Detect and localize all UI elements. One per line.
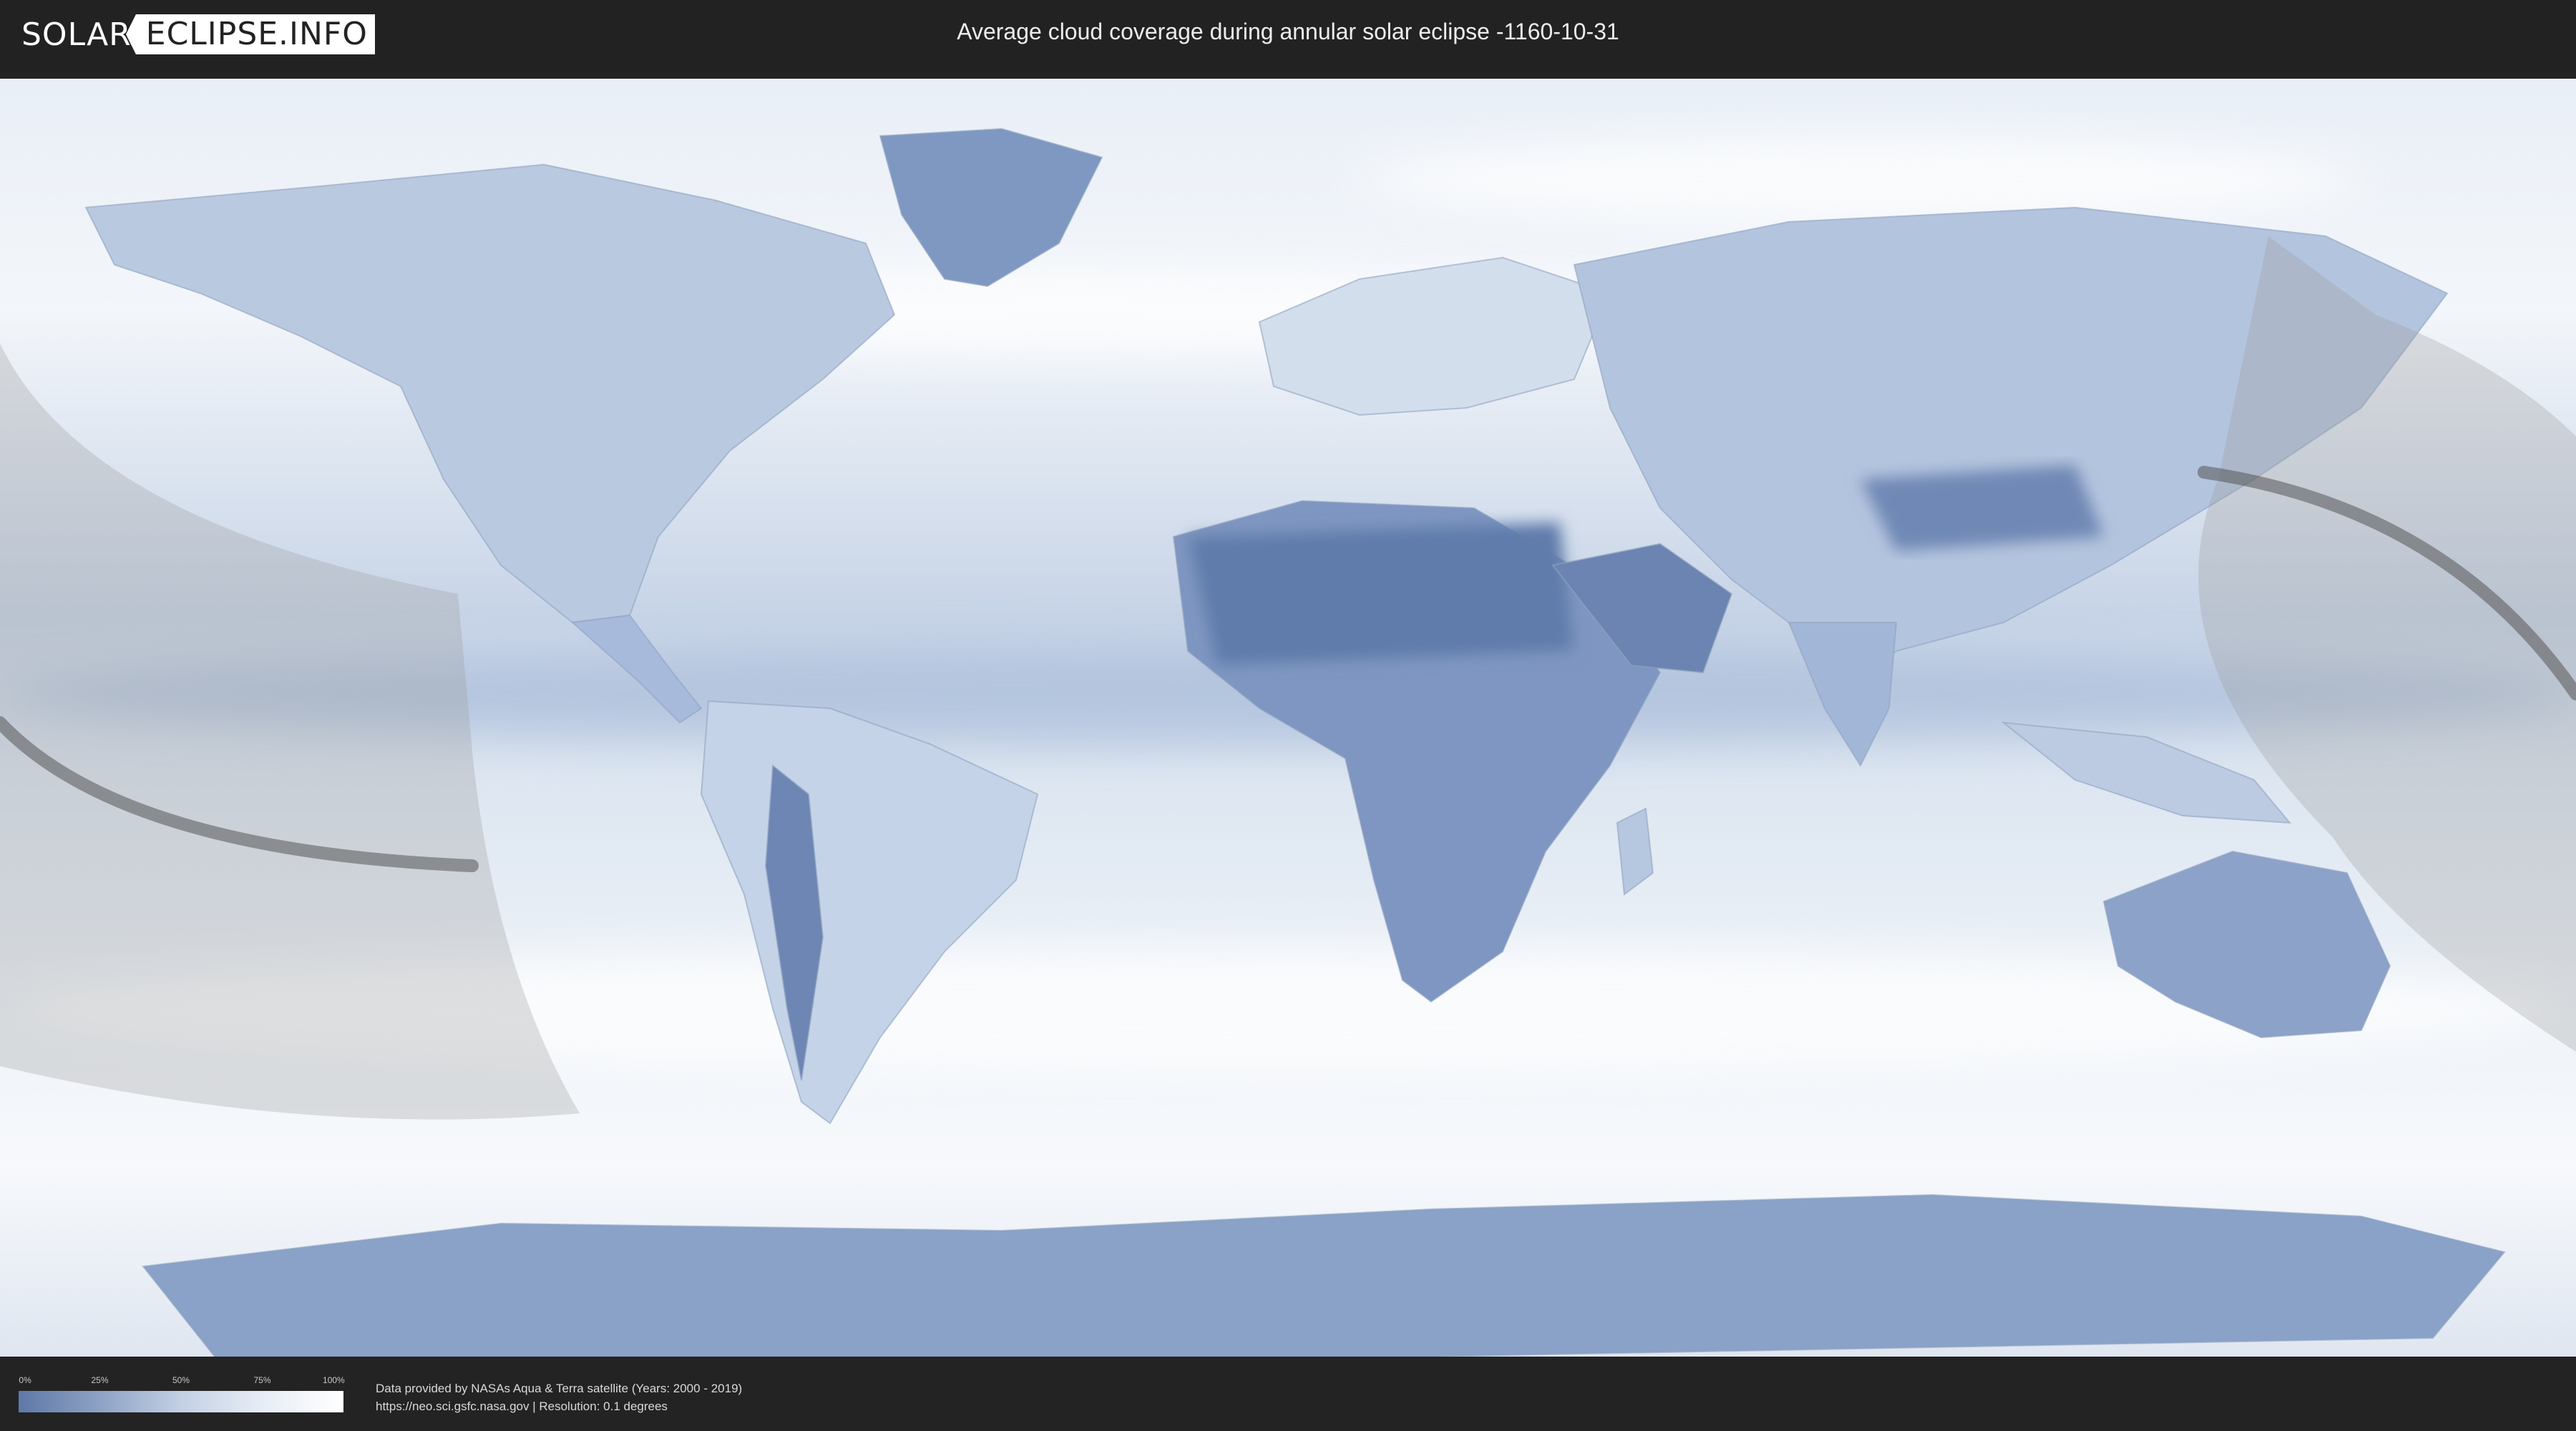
legend-ticks: 0% 25% 50% 75% 100% — [19, 1375, 345, 1387]
legend-tick-75: 75% — [253, 1375, 271, 1385]
header-bar: SOLAR ECLIPSE.INFO Average cloud coverag… — [0, 0, 2576, 70]
tibet — [1859, 464, 2105, 552]
page-title: Average cloud coverage during annular so… — [957, 19, 1619, 44]
credits-line-1: Data provided by NASAs Aqua & Terra sate… — [376, 1382, 743, 1395]
cloud-coverage-legend-bar — [19, 1391, 343, 1412]
sahara — [1186, 521, 1576, 667]
legend-tick-0: 0% — [19, 1375, 31, 1385]
data-credits: Data provided by NASAs Aqua & Terra sate… — [376, 1379, 742, 1415]
legend-tick-100: 100% — [323, 1375, 345, 1385]
cloud-band-arctic — [1360, 136, 2361, 222]
credits-line-2[interactable]: https://neo.sci.gsfc.nasa.gov | Resoluti… — [376, 1397, 742, 1415]
legend-tick-50: 50% — [172, 1375, 190, 1385]
world-cloud-map[interactable] — [0, 79, 2576, 1357]
legend-tick-25: 25% — [91, 1375, 109, 1385]
